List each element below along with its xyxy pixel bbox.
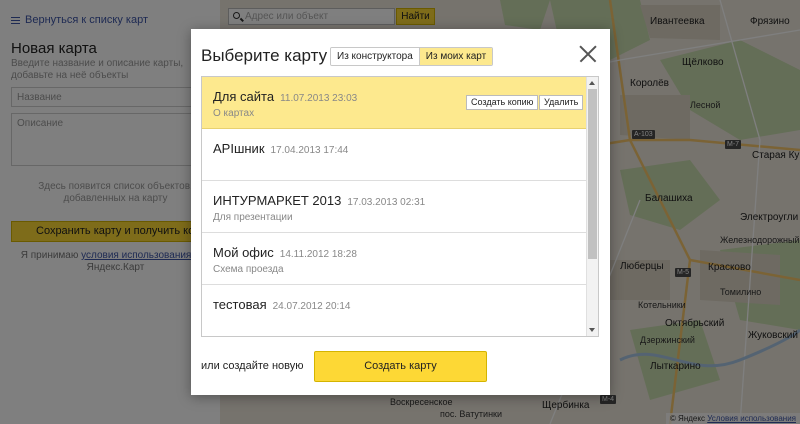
item-name: Мой офис [213, 245, 274, 260]
dialog-title: Выберите карту [201, 46, 328, 65]
item-title: ИНТУРМАРКЕТ 2013 17.03.2013 02:31 [213, 193, 425, 208]
toggle-from-constructor[interactable]: Из конструктора [331, 48, 419, 65]
item-name: APIшник [213, 141, 265, 156]
item-name: ИНТУРМАРКЕТ 2013 [213, 193, 342, 208]
list-scrollbar[interactable] [586, 77, 598, 336]
copy-map-button[interactable]: Создать копию [466, 95, 539, 110]
list-item[interactable]: Для сайта 11.07.2013 23:03 О картах Созда… [202, 77, 586, 129]
source-toggle: Из конструктора Из моих карт [330, 47, 494, 66]
item-description: О картах [213, 108, 255, 119]
create-new-hint: или создайте новую [201, 360, 304, 372]
item-name: Для сайта [213, 89, 275, 104]
item-date: 17.03.2013 02:31 [347, 197, 426, 208]
scroll-thumb[interactable] [588, 89, 597, 259]
item-date: 24.07.2012 20:14 [272, 301, 351, 312]
create-map-button[interactable]: Создать карту [314, 351, 487, 382]
item-date: 11.07.2013 23:03 [280, 93, 358, 104]
list-item[interactable]: ИНТУРМАРКЕТ 2013 17.03.2013 02:31 Для пре… [202, 181, 586, 233]
item-date: 17.04.2013 17:44 [270, 145, 349, 156]
item-title: APIшник 17.04.2013 17:44 [213, 141, 348, 156]
scroll-down-icon[interactable] [589, 328, 595, 332]
close-icon[interactable] [579, 45, 597, 63]
map-list[interactable]: Для сайта 11.07.2013 23:03 О картах Созда… [201, 76, 599, 337]
item-date: 14.11.2012 18:28 [279, 249, 357, 260]
item-name: тестовая [213, 297, 267, 312]
item-description: Для презентации [213, 212, 293, 223]
item-description: Схема проезда [213, 264, 284, 275]
scroll-up-icon[interactable] [589, 81, 595, 85]
toggle-from-my-maps[interactable]: Из моих карт [418, 48, 493, 65]
item-title: тестовая 24.07.2012 20:14 [213, 297, 350, 312]
list-item[interactable]: APIшник 17.04.2013 17:44 [202, 129, 586, 181]
choose-map-dialog: Выберите карту Из конструктора Из моих к… [191, 29, 610, 395]
map-list-items: Для сайта 11.07.2013 23:03 О картах Созда… [202, 77, 586, 336]
list-item[interactable]: Мой офис 14.11.2012 18:28 Схема проезда [202, 233, 586, 285]
list-item[interactable]: тестовая 24.07.2012 20:14 [202, 285, 586, 336]
delete-map-button[interactable]: Удалить [539, 95, 584, 110]
item-title: Для сайта 11.07.2013 23:03 [213, 89, 357, 104]
item-title: Мой офис 14.11.2012 18:28 [213, 245, 357, 260]
